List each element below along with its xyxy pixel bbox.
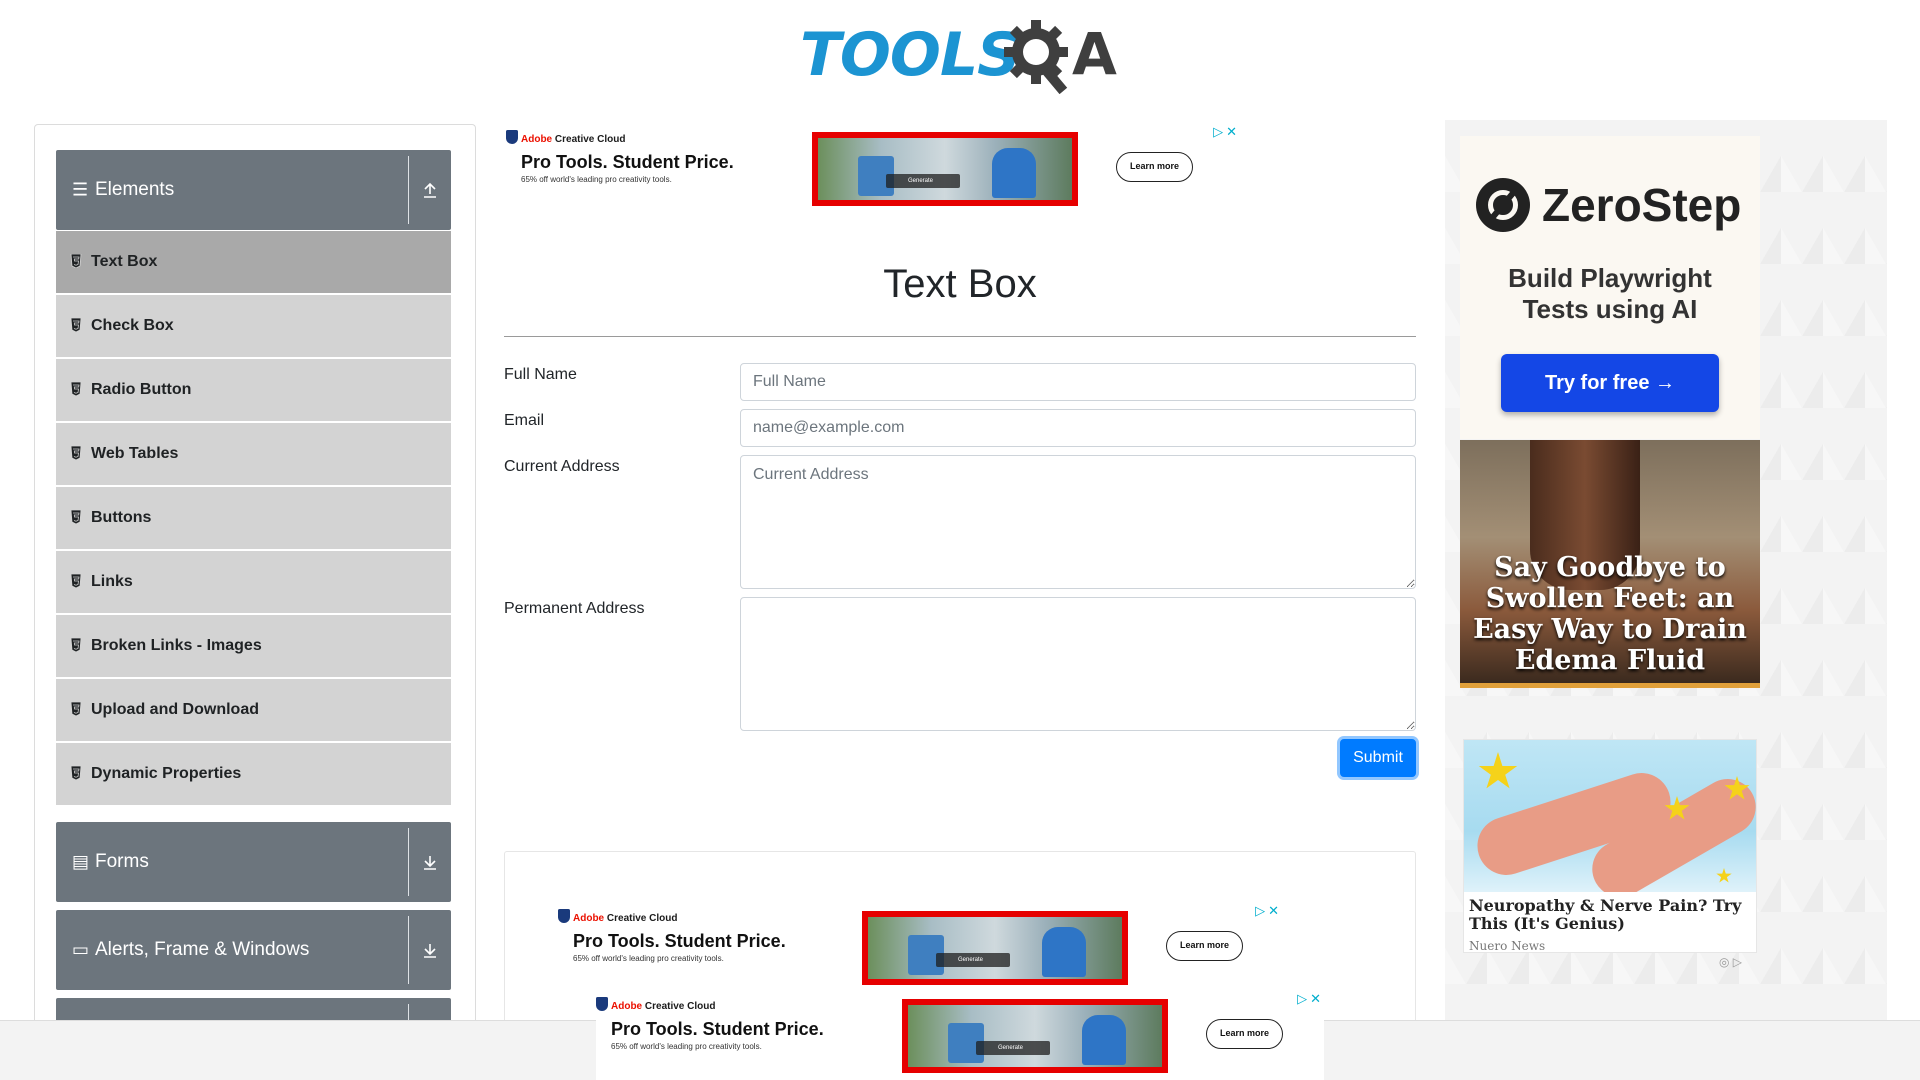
hamburger-icon: ☰: [72, 179, 89, 200]
adobe-shield-icon: [558, 909, 570, 923]
sidebar-item-check-box[interactable]: Check Box: [56, 295, 451, 357]
page-title: Text Box: [883, 262, 1037, 306]
group-forms[interactable]: ▤ Forms: [56, 822, 451, 902]
html5-icon: [70, 254, 82, 268]
expand-down-icon[interactable]: [419, 851, 441, 873]
ad-subtext: 65% off world's leading pro creativity t…: [573, 954, 724, 963]
zerostep-ad[interactable]: ZeroStep Build Playwright Tests using AI …: [1460, 136, 1760, 439]
divider: [408, 156, 409, 224]
sidebar-item-label: Upload and Download: [91, 701, 259, 718]
neuropathy-source: Nuero News: [1469, 939, 1546, 953]
neuropathy-ad[interactable]: Neuropathy & Nerve Pain? Try This (It's …: [1463, 739, 1757, 953]
try-for-free-button[interactable]: Try for free →: [1501, 354, 1719, 412]
ad-image: [1464, 740, 1756, 892]
sidebar-item-broken-links[interactable]: Broken Links - Images: [56, 615, 451, 677]
divider: [408, 828, 409, 896]
group-alerts[interactable]: ▭ Alerts, Frame & Windows: [56, 910, 451, 990]
toolsqa-logo[interactable]: TOOLS A: [800, 14, 1125, 94]
ad-image: Generate: [902, 999, 1168, 1073]
ad-brand: Adobe Creative Cloud: [558, 909, 677, 924]
ad-learn-more-button[interactable]: Learn more: [1206, 1019, 1283, 1049]
neuropathy-headline: Neuropathy & Nerve Pain? Try This (It's …: [1469, 896, 1742, 933]
sidebar-item-label: Buttons: [91, 509, 152, 526]
sidebar-item-radio-button[interactable]: Radio Button: [56, 359, 451, 421]
ad-learn-more-button[interactable]: Learn more: [1166, 931, 1243, 961]
group-label: Alerts, Frame & Windows: [95, 939, 310, 960]
sidebar-item-label: Links: [91, 573, 133, 590]
submit-button[interactable]: Submit: [1340, 739, 1416, 777]
sidebar-item-label: Dynamic Properties: [91, 765, 242, 782]
window-icon: ▭: [72, 939, 90, 960]
group-elements[interactable]: ☰ Elements: [56, 150, 451, 230]
adchoices-close-icon[interactable]: ▷✕: [1255, 903, 1282, 919]
sidebar-item-label: Text Box: [91, 253, 158, 270]
ad-brand: Adobe Creative Cloud: [506, 130, 625, 145]
full-name-label: Full Name: [504, 366, 577, 383]
sidebar-item-dynamic-properties[interactable]: Dynamic Properties: [56, 743, 451, 805]
sidebar-item-label: Broken Links - Images: [91, 637, 262, 654]
adobe-shield-icon: [506, 130, 518, 144]
sidebar-item-label: Radio Button: [91, 381, 192, 398]
group-label: Forms: [95, 851, 149, 872]
full-name-input[interactable]: [740, 363, 1416, 401]
logo-text: TOOLS: [800, 20, 1020, 90]
form-icon: ▤: [72, 851, 90, 872]
ad-image: Generate: [812, 132, 1078, 206]
ad-banner-top[interactable]: Adobe Creative Cloud Pro Tools. Student …: [506, 124, 1240, 208]
sidebar-item-text-box[interactable]: Text Box: [56, 231, 451, 293]
group-label: Elements: [95, 179, 175, 200]
email-input[interactable]: [740, 409, 1416, 447]
title-divider: [504, 336, 1416, 337]
logo-a: A: [1072, 20, 1117, 88]
edema-ad[interactable]: Say Goodbye to Swollen Feet: an Easy Way…: [1460, 440, 1760, 688]
adobe-shield-icon: [596, 997, 608, 1011]
ad-banner-sticky[interactable]: Adobe Creative Cloud Pro Tools. Student …: [596, 991, 1324, 1080]
sidebar: ☰ Elements Text Box Check Box Radio Butt…: [34, 124, 476, 1080]
page: TOOLS A ☰ Elements Text Box Check Box Ra…: [0, 0, 1920, 1080]
sidebar-item-label: Check Box: [91, 317, 174, 334]
ad-subtext: 65% off world's leading pro creativity t…: [521, 175, 672, 184]
html5-icon: [70, 318, 82, 332]
ad-brand: Adobe Creative Cloud: [596, 997, 715, 1012]
sidebar-item-upload-download[interactable]: Upload and Download: [56, 679, 451, 741]
html5-icon: [70, 446, 82, 460]
collapse-up-icon[interactable]: [419, 179, 441, 201]
adchoices-close-icon[interactable]: ▷✕: [1297, 991, 1324, 1007]
adchoices-close-icon[interactable]: ▷✕: [1213, 124, 1240, 140]
gear-q-icon: [1004, 20, 1068, 94]
html5-icon: [70, 382, 82, 396]
html5-icon: [70, 638, 82, 652]
divider: [408, 916, 409, 984]
zerostep-name: ZeroStep: [1542, 179, 1742, 231]
ad-banner-middle[interactable]: Adobe Creative Cloud Pro Tools. Student …: [558, 903, 1282, 987]
ad-headline: Pro Tools. Student Price.: [521, 152, 734, 172]
html5-icon: [70, 766, 82, 780]
sidebar-item-buttons[interactable]: Buttons: [56, 487, 451, 549]
sidebar-item-links[interactable]: Links: [56, 551, 451, 613]
sidebar-item-label: Web Tables: [91, 445, 179, 462]
edema-headline: Say Goodbye to Swollen Feet: an Easy Way…: [1473, 552, 1747, 676]
ad-subtext: 65% off world's leading pro creativity t…: [611, 1042, 762, 1051]
current-address-textarea[interactable]: [740, 455, 1416, 589]
html5-icon: [70, 510, 82, 524]
current-address-label: Current Address: [504, 458, 620, 475]
sidebar-item-web-tables[interactable]: Web Tables: [56, 423, 451, 485]
permanent-address-label: Permanent Address: [504, 600, 645, 617]
expand-down-icon[interactable]: [419, 939, 441, 961]
ad-image: Generate: [862, 911, 1128, 985]
ad-headline: Pro Tools. Student Price.: [573, 931, 786, 951]
adchoices-icon[interactable]: ◎ ▷: [1719, 955, 1742, 969]
html5-icon: [70, 574, 82, 588]
html5-icon: [70, 702, 82, 716]
permanent-address-textarea[interactable]: [740, 597, 1416, 731]
ad-headline: Pro Tools. Student Price.: [611, 1019, 824, 1039]
zerostep-logo-icon: [1476, 178, 1530, 232]
ad-learn-more-button[interactable]: Learn more: [1116, 152, 1193, 182]
email-label: Email: [504, 412, 545, 429]
zerostep-tagline: Build Playwright Tests using AI: [1508, 263, 1712, 324]
